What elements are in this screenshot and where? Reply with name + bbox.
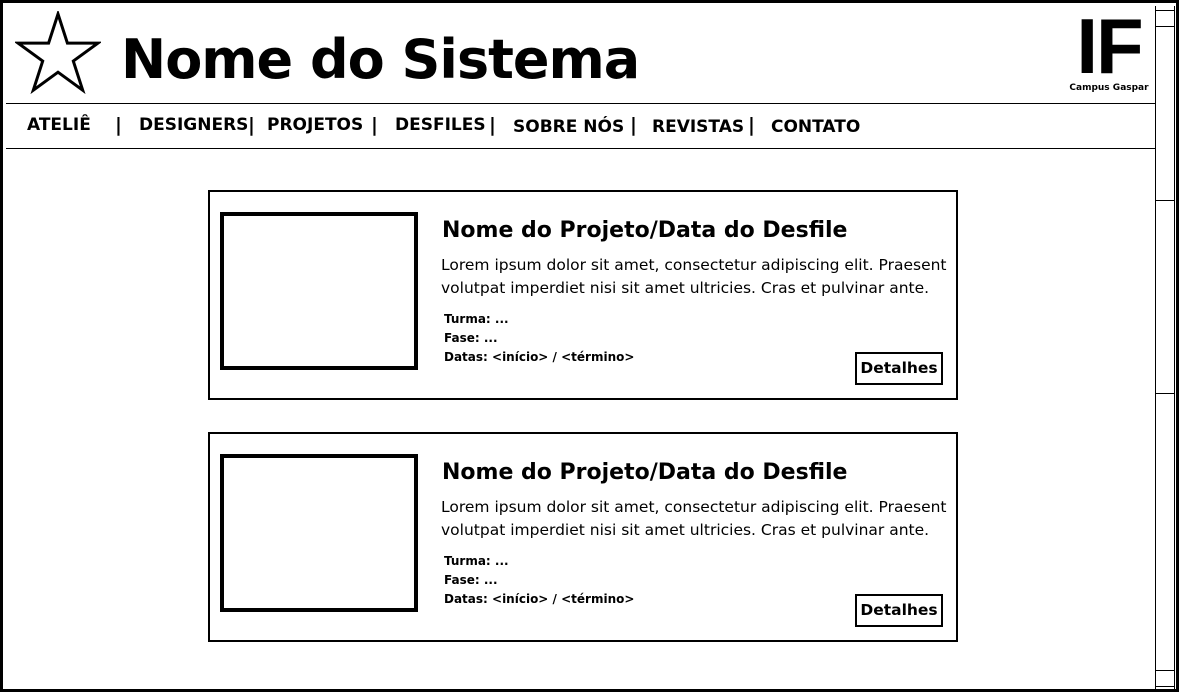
project-turma: Turma: ... <box>444 312 509 326</box>
details-button[interactable]: Detalhes <box>855 594 943 627</box>
project-description: Lorem ipsum dolor sit amet, consectetur … <box>441 498 947 539</box>
nav-separator: | <box>115 114 122 136</box>
project-image-placeholder <box>220 212 418 370</box>
vertical-scrollbar[interactable] <box>1155 6 1175 692</box>
nav-separator: | <box>748 114 755 136</box>
project-datas: Datas: <início> / <término> <box>444 350 635 364</box>
project-title: Nome do Projeto/Data do Desfile <box>442 218 848 243</box>
details-button[interactable]: Detalhes <box>855 352 943 385</box>
nav-separator: | <box>489 114 496 136</box>
institution-logo: IF Campus Gaspar <box>1065 2 1153 97</box>
nav-separator: | <box>371 114 378 136</box>
institution-mark: IF <box>1076 2 1143 90</box>
project-datas: Datas: <início> / <término> <box>444 592 635 606</box>
page-frame: Nome do Sistema IF Campus Gaspar ATELIÊ … <box>0 0 1179 692</box>
header-divider <box>6 103 1155 104</box>
nav-item-projetos[interactable]: PROJETOS <box>267 111 363 139</box>
project-card: Nome do Projeto/Data do Desfile Lorem ip… <box>208 432 958 642</box>
project-fase: Fase: ... <box>444 573 498 587</box>
nav-item-contato[interactable]: CONTATO <box>771 113 860 141</box>
project-turma: Turma: ... <box>444 554 509 568</box>
nav-item-desfiles[interactable]: DESFILES <box>395 111 486 139</box>
nav-item-atelie[interactable]: ATELIÊ <box>27 111 91 139</box>
nav-separator: | <box>248 114 255 136</box>
nav-separator: | <box>630 114 637 136</box>
nav-item-sobre-nos[interactable]: SOBRE NÓS <box>513 113 624 141</box>
scroll-down-button[interactable] <box>1155 670 1175 687</box>
project-card: Nome do Projeto/Data do Desfile Lorem ip… <box>208 190 958 400</box>
project-title: Nome do Projeto/Data do Desfile <box>442 460 848 485</box>
project-image-placeholder <box>220 454 418 612</box>
scrollbar-thumb[interactable] <box>1155 200 1175 394</box>
system-title: Nome do Sistema <box>121 28 640 91</box>
nav-item-revistas[interactable]: REVISTAS <box>652 113 744 141</box>
star-icon <box>15 11 101 95</box>
institution-campus: Campus Gaspar <box>1069 83 1149 93</box>
project-description: Lorem ipsum dolor sit amet, consectetur … <box>441 256 947 297</box>
main-nav: ATELIÊ | DESIGNERS | PROJETOS | DESFILES… <box>3 111 1153 141</box>
scroll-up-button[interactable] <box>1155 10 1175 27</box>
nav-divider <box>6 148 1155 149</box>
project-fase: Fase: ... <box>444 331 498 345</box>
nav-item-designers[interactable]: DESIGNERS <box>139 111 248 139</box>
